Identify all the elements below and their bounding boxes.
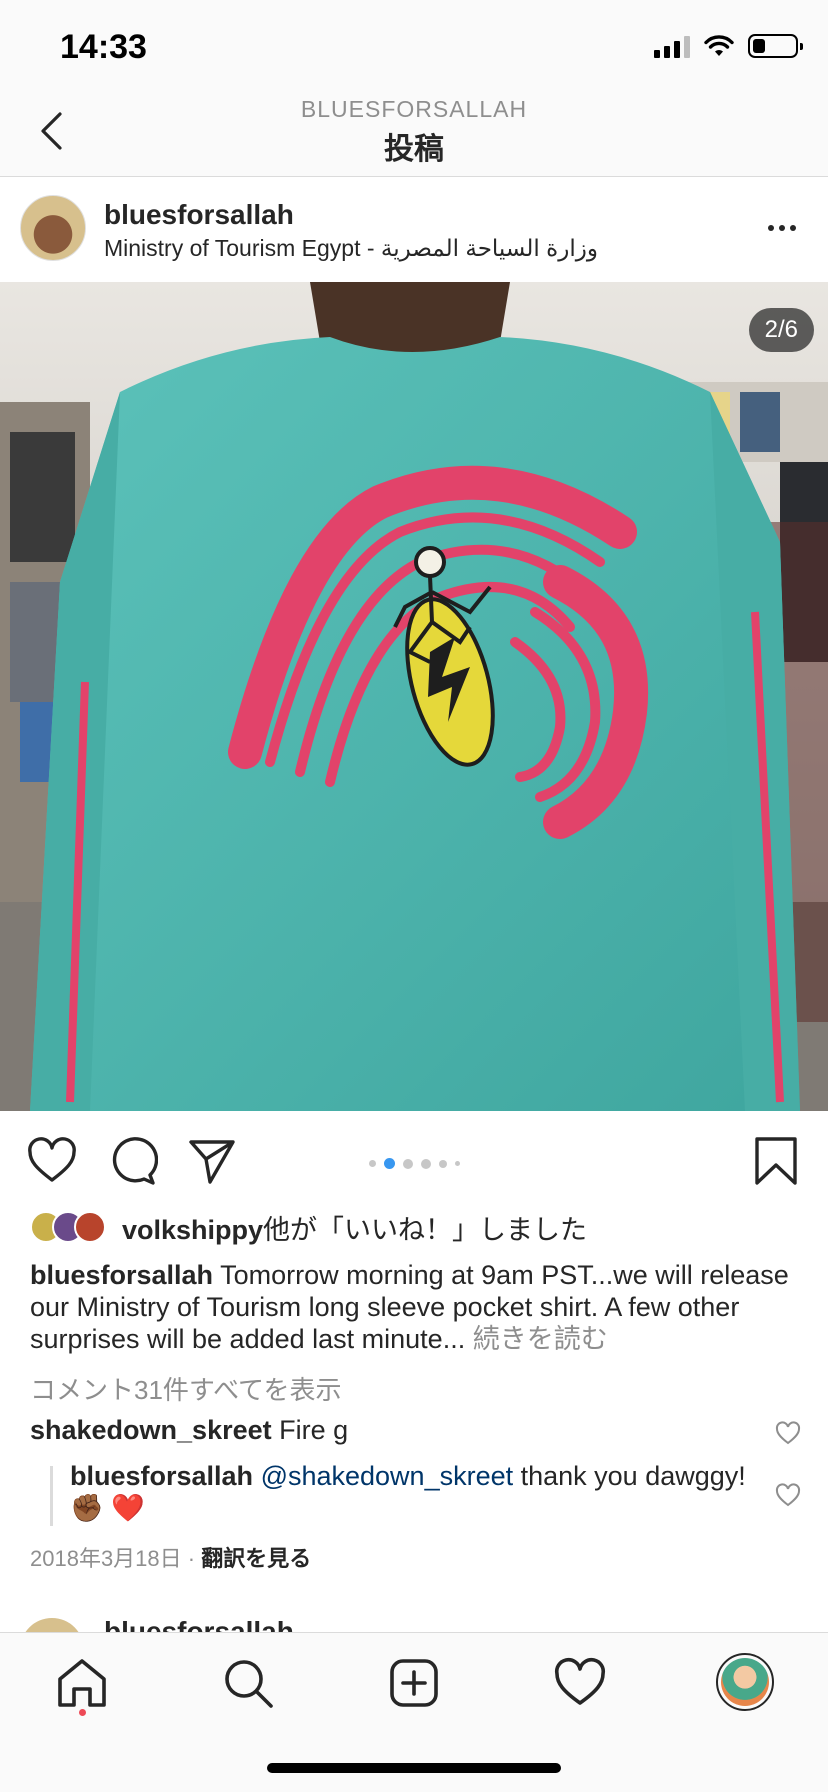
post-username[interactable]: bluesforsallah [104,199,294,231]
carousel-dot [402,1158,413,1169]
comment-username[interactable]: bluesforsallah [70,1461,253,1491]
carousel-dot [368,1160,376,1167]
photo-counter: 2/6 [748,308,814,352]
next-post-header: bluesforsallah [0,1610,828,1632]
comment-like-icon[interactable] [775,1421,801,1445]
status-bar: 14:33 [0,0,828,92]
avatar[interactable] [20,195,86,261]
wifi-icon [704,35,734,56]
meta-separator: · [181,1546,202,1571]
post-photo[interactable]: 2/6 [0,282,828,1111]
view-all-comments-link[interactable]: コメント31件すべてを表示 [30,1370,342,1407]
post-location[interactable]: Ministry of Tourism Egypt - وزارة السياح… [104,235,598,262]
carousel-dot [420,1158,431,1169]
home-indicator [267,1763,561,1773]
carousel-dot [438,1159,447,1168]
more-horizontal-icon [768,225,774,231]
comment-username[interactable]: shakedown_skreet [30,1415,272,1445]
carousel-indicator [0,1158,828,1169]
likes-text: volkshippy他が「いいね！」しました [122,1208,587,1247]
reply-thread-line [50,1466,53,1526]
carousel-dot [454,1161,460,1166]
bookmark-icon[interactable] [750,1135,802,1187]
nav-subtitle: BLUESFORSALLAH [300,96,528,122]
comment-text: Fire g [271,1415,349,1445]
liker-username[interactable]: volkshippy [122,1215,263,1245]
avatar[interactable] [20,1618,84,1632]
home-icon[interactable] [54,1655,110,1711]
caption: bluesforsallah Tomorrow morning at 9am P… [30,1259,800,1355]
comment: shakedown_skreet Fire g [30,1414,750,1446]
status-time: 14:33 [60,28,147,66]
more-options-button[interactable] [762,213,802,243]
battery-fill [753,39,765,53]
comment-like-icon[interactable] [775,1483,801,1507]
add-post-icon[interactable] [386,1655,442,1711]
caption-username[interactable]: bluesforsallah [30,1260,213,1290]
carousel-dot [383,1158,395,1169]
tab-bar [0,1632,828,1792]
action-bar [0,1111,828,1207]
reply-comment: bluesforsallah @shakedown_skreet thank y… [70,1460,750,1524]
likes-suffix: 他が「いいね！」しました [263,1214,588,1245]
shirt-photo-illustration [0,282,828,1111]
nav-header: BLUESFORSALLAH 投稿 [0,92,828,177]
search-icon[interactable] [220,1655,276,1711]
status-icons [654,34,803,58]
liker-avatar [74,1211,106,1243]
post-date: 2018年3月18日 [30,1546,182,1571]
translate-link[interactable]: 翻訳を見る [201,1546,311,1571]
profile-avatar[interactable] [716,1653,774,1711]
comment-mention[interactable]: @shakedown_skreet [253,1461,514,1491]
battery-icon [748,34,803,58]
notification-dot [79,1709,86,1716]
instagram-post-screen: 14:33 BLUESFORSALLAH 投稿 bluesforsallah M… [0,0,828,1792]
cellular-signal-icon [654,34,690,58]
activity-heart-icon[interactable] [552,1655,608,1711]
post-meta: 2018年3月18日 · 翻訳を見る [30,1541,311,1573]
nav-title: 投稿 [384,133,444,166]
likes-row[interactable]: volkshippy他が「いいね！」しました [30,1209,587,1245]
next-post-username[interactable]: bluesforsallah [104,1616,294,1632]
post-header: bluesforsallah Ministry of Tourism Egypt… [0,177,828,282]
read-more-link[interactable]: 続きを読む [465,1324,608,1354]
profile-avatar-image [721,1658,769,1706]
